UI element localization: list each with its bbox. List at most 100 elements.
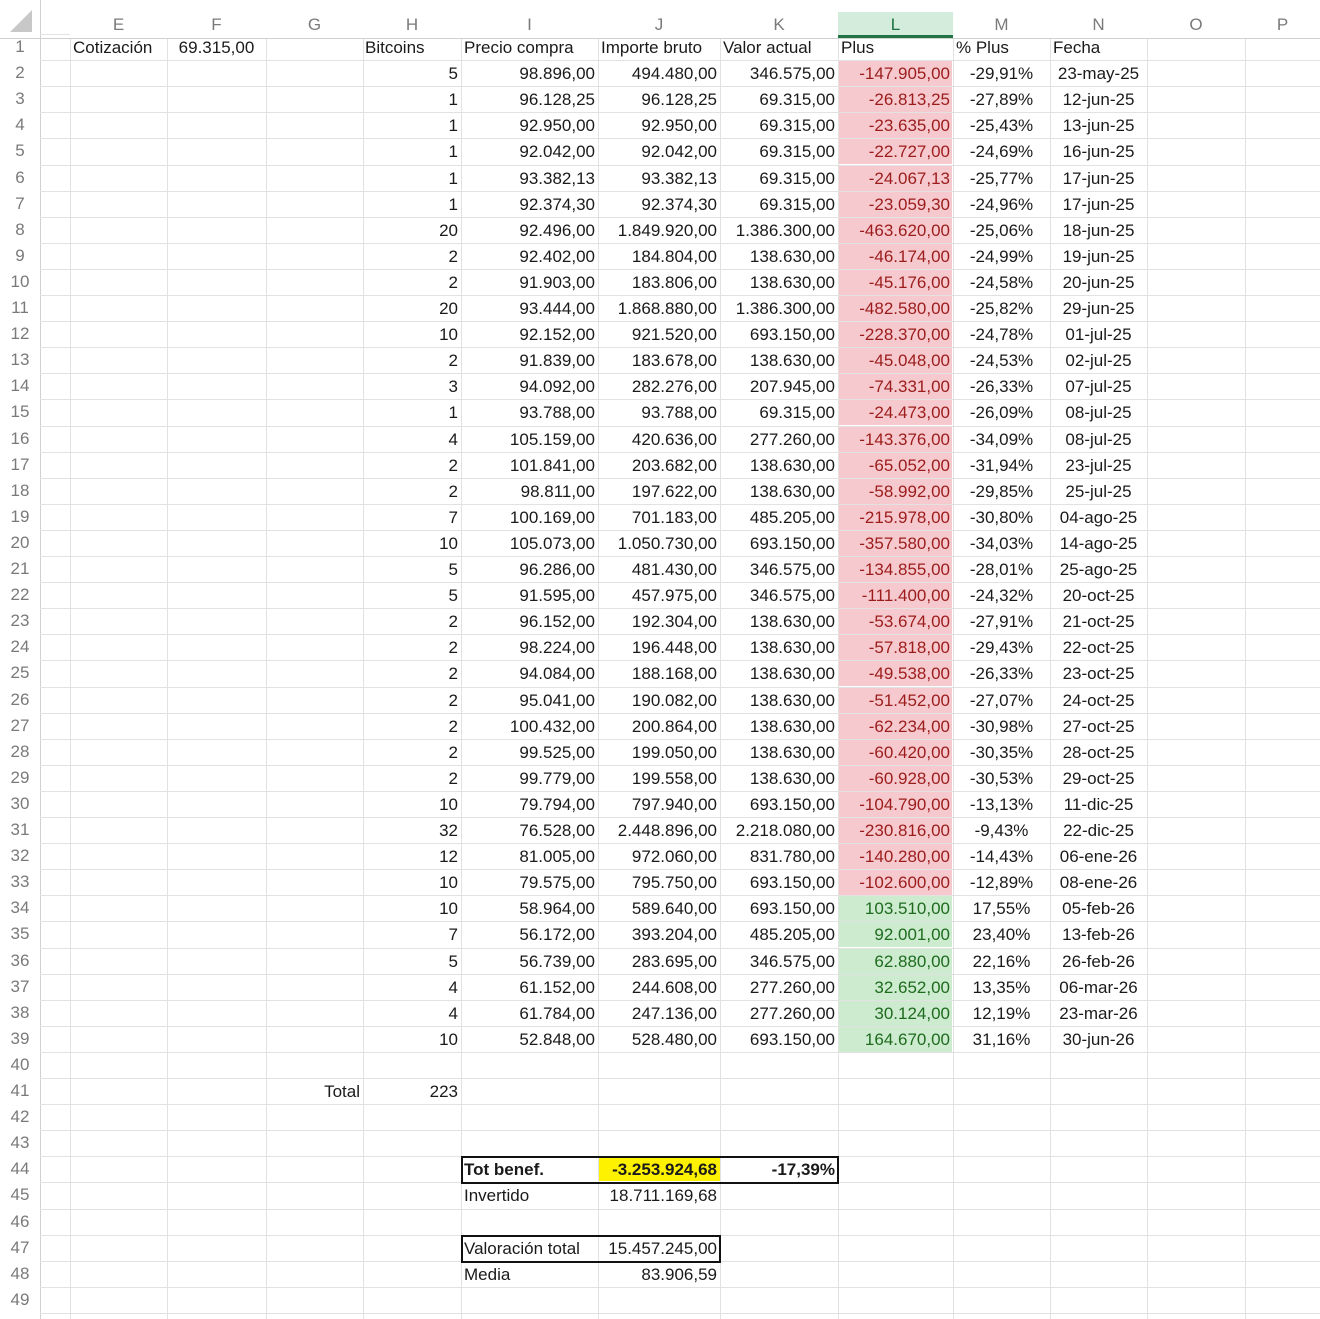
importe-bruto-cell[interactable]: 528.480,00 <box>598 1026 720 1052</box>
precio-compra-cell[interactable]: 92.402,00 <box>461 243 598 269</box>
plus-cell[interactable]: -65.052,00 <box>838 452 953 478</box>
valor-actual-cell[interactable]: 1.386.300,00 <box>720 295 838 321</box>
valor-actual-cell[interactable]: 138.630,00 <box>720 765 838 791</box>
importe-bruto-cell[interactable]: 283.695,00 <box>598 948 720 974</box>
fecha-cell[interactable]: 29-oct-25 <box>1050 765 1147 791</box>
plus-cell[interactable]: -46.174,00 <box>838 243 953 269</box>
precio-compra-cell[interactable]: 99.779,00 <box>461 765 598 791</box>
pct-plus-cell[interactable]: -30,35% <box>953 739 1050 765</box>
bitcoins-cell[interactable]: 2 <box>363 713 461 739</box>
fecha-cell[interactable]: 20-jun-25 <box>1050 269 1147 295</box>
pct-plus-cell[interactable]: -34,09% <box>953 426 1050 452</box>
pct-plus-cell[interactable]: -14,43% <box>953 843 1050 869</box>
row-header[interactable]: 29 <box>0 765 40 791</box>
plus-cell[interactable]: -45.176,00 <box>838 269 953 295</box>
precio-compra-cell[interactable]: 92.152,00 <box>461 321 598 347</box>
pct-plus-cell[interactable]: 17,55% <box>953 895 1050 921</box>
precio-compra-cell[interactable]: 92.042,00 <box>461 138 598 164</box>
bitcoins-cell[interactable]: 20 <box>363 295 461 321</box>
bitcoins-cell[interactable]: 10 <box>363 869 461 895</box>
valor-actual-cell[interactable]: 138.630,00 <box>720 243 838 269</box>
bitcoins-cell[interactable]: 1 <box>363 112 461 138</box>
row-header[interactable]: 47 <box>0 1235 40 1261</box>
fecha-cell[interactable]: 08-jul-25 <box>1050 399 1147 425</box>
column-header-p[interactable]: P <box>1245 12 1320 38</box>
importe-bruto-cell[interactable]: 184.804,00 <box>598 243 720 269</box>
precio-compra-cell[interactable]: 96.286,00 <box>461 556 598 582</box>
fecha-cell[interactable]: 25-ago-25 <box>1050 556 1147 582</box>
row-header[interactable]: 20 <box>0 530 40 556</box>
valor-actual-cell[interactable]: 693.150,00 <box>720 530 838 556</box>
importe-bruto-cell[interactable]: 196.448,00 <box>598 634 720 660</box>
precio-compra-cell[interactable]: 96.128,25 <box>461 86 598 112</box>
bitcoins-cell[interactable]: 12 <box>363 843 461 869</box>
fecha-cell[interactable]: 06-ene-26 <box>1050 843 1147 869</box>
valor-actual-cell[interactable]: 69.315,00 <box>720 399 838 425</box>
pct-plus-cell[interactable]: -30,80% <box>953 504 1050 530</box>
header-fecha[interactable]: Fecha <box>1050 34 1147 60</box>
row-header[interactable]: 36 <box>0 948 40 974</box>
row-header[interactable]: 8 <box>0 217 40 243</box>
row-header[interactable]: 14 <box>0 373 40 399</box>
pct-plus-cell[interactable]: -9,43% <box>953 817 1050 843</box>
plus-cell[interactable]: -60.928,00 <box>838 765 953 791</box>
row-header[interactable]: 32 <box>0 843 40 869</box>
bitcoins-cell[interactable]: 2 <box>363 739 461 765</box>
bitcoins-cell[interactable]: 10 <box>363 1026 461 1052</box>
importe-bruto-cell[interactable]: 921.520,00 <box>598 321 720 347</box>
fecha-cell[interactable]: 06-mar-26 <box>1050 974 1147 1000</box>
precio-compra-cell[interactable]: 98.896,00 <box>461 60 598 86</box>
importe-bruto-cell[interactable]: 190.082,00 <box>598 687 720 713</box>
row-header[interactable]: 27 <box>0 713 40 739</box>
row-header[interactable]: 35 <box>0 921 40 947</box>
row-header[interactable]: 5 <box>0 138 40 164</box>
pct-plus-cell[interactable]: -24,32% <box>953 582 1050 608</box>
fecha-cell[interactable]: 28-oct-25 <box>1050 739 1147 765</box>
pct-plus-cell[interactable]: -27,91% <box>953 608 1050 634</box>
precio-compra-cell[interactable]: 100.169,00 <box>461 504 598 530</box>
media-label[interactable]: Media <box>461 1261 598 1287</box>
valor-actual-cell[interactable]: 693.150,00 <box>720 321 838 347</box>
importe-bruto-cell[interactable]: 420.636,00 <box>598 426 720 452</box>
bitcoins-cell[interactable]: 10 <box>363 321 461 347</box>
fecha-cell[interactable]: 13-jun-25 <box>1050 112 1147 138</box>
precio-compra-cell[interactable]: 79.794,00 <box>461 791 598 817</box>
fecha-cell[interactable]: 05-feb-26 <box>1050 895 1147 921</box>
pct-plus-cell[interactable]: -25,06% <box>953 217 1050 243</box>
valor-actual-cell[interactable]: 138.630,00 <box>720 478 838 504</box>
bitcoins-cell[interactable]: 2 <box>363 452 461 478</box>
valor-actual-cell[interactable]: 693.150,00 <box>720 895 838 921</box>
bitcoins-cell[interactable]: 2 <box>363 608 461 634</box>
row-header[interactable]: 31 <box>0 817 40 843</box>
precio-compra-cell[interactable]: 56.739,00 <box>461 948 598 974</box>
precio-compra-cell[interactable]: 92.496,00 <box>461 217 598 243</box>
pct-plus-cell[interactable]: -25,77% <box>953 165 1050 191</box>
valor-actual-cell[interactable]: 138.630,00 <box>720 452 838 478</box>
bitcoins-cell[interactable]: 20 <box>363 217 461 243</box>
spreadsheet-grid[interactable]: E F G H I J K L M N O P 1 2 3 4 5 6 7 8 9 10 11 12 13 14 15 16 17 18 1… <box>0 0 1320 1319</box>
valor-actual-cell[interactable]: 69.315,00 <box>720 86 838 112</box>
bitcoins-cell[interactable]: 5 <box>363 60 461 86</box>
fecha-cell[interactable]: 11-dic-25 <box>1050 791 1147 817</box>
bitcoins-cell[interactable]: 3 <box>363 373 461 399</box>
precio-compra-cell[interactable]: 105.159,00 <box>461 426 598 452</box>
importe-bruto-cell[interactable]: 494.480,00 <box>598 60 720 86</box>
precio-compra-cell[interactable]: 91.839,00 <box>461 347 598 373</box>
bitcoins-cell[interactable]: 1 <box>363 138 461 164</box>
column-header-g[interactable]: G <box>266 12 363 38</box>
importe-bruto-cell[interactable]: 701.183,00 <box>598 504 720 530</box>
column-header-o[interactable]: O <box>1147 12 1245 38</box>
bitcoins-cell[interactable]: 4 <box>363 1000 461 1026</box>
importe-bruto-cell[interactable]: 183.678,00 <box>598 347 720 373</box>
pct-plus-cell[interactable]: -13,13% <box>953 791 1050 817</box>
pct-plus-cell[interactable]: -29,43% <box>953 634 1050 660</box>
plus-cell[interactable]: -51.452,00 <box>838 687 953 713</box>
plus-cell[interactable]: -53.674,00 <box>838 608 953 634</box>
valor-actual-cell[interactable]: 485.205,00 <box>720 921 838 947</box>
importe-bruto-cell[interactable]: 1.868.880,00 <box>598 295 720 321</box>
pct-plus-cell[interactable]: -24,78% <box>953 321 1050 347</box>
header-importe-bruto[interactable]: Importe bruto <box>598 34 720 60</box>
plus-cell[interactable]: -74.331,00 <box>838 373 953 399</box>
bitcoins-cell[interactable]: 2 <box>363 660 461 686</box>
fecha-cell[interactable]: 21-oct-25 <box>1050 608 1147 634</box>
